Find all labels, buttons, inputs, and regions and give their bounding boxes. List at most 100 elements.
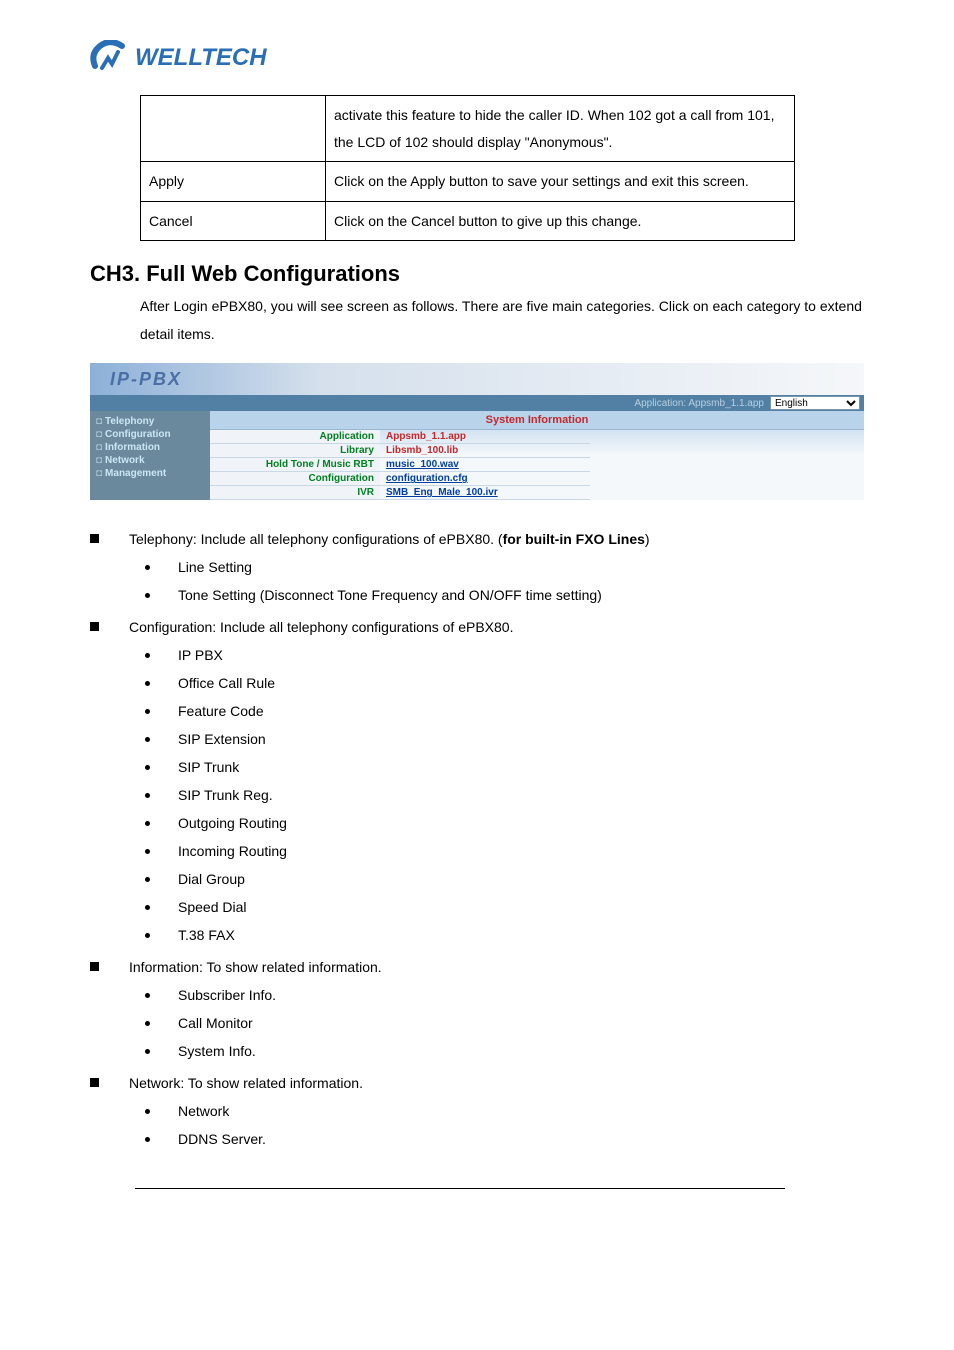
sidebar-item-configuration[interactable]: ◘Configuration	[96, 428, 204, 441]
list-item-label: SIP Trunk Reg.	[178, 781, 273, 809]
dot-bullet-icon	[145, 993, 150, 998]
list-item-label: DDNS Server.	[178, 1125, 266, 1153]
table-cell-apply-label: Apply	[141, 162, 326, 202]
info-value: Appsmb_1.1.app	[380, 430, 472, 443]
list-item-label: Tone Setting (Disconnect Tone Frequency …	[178, 581, 602, 609]
dot-bullet-icon	[145, 681, 150, 686]
sidebar-item-telephony[interactable]: ◘Telephony	[96, 415, 204, 428]
list-item: Call Monitor	[145, 1009, 864, 1037]
dot-bullet-icon	[145, 793, 150, 798]
info-value-link[interactable]: music_100.wav	[380, 458, 465, 471]
config-parameters-table: activate this feature to hide the caller…	[140, 95, 795, 241]
ss-main-title: System Information	[210, 411, 864, 430]
category-heading: Configuration: Include all telephony con…	[90, 613, 864, 641]
dot-bullet-icon	[145, 849, 150, 854]
ss-application-label: Application: Appsmb_1.1.app	[634, 398, 764, 409]
table-cell-cancel-label: Cancel	[141, 201, 326, 241]
list-item: DDNS Server.	[145, 1125, 864, 1153]
chapter-intro-text: After Login ePBX80, you will see screen …	[140, 292, 864, 348]
list-item: Network	[145, 1097, 864, 1125]
categories-outline: Telephony: Include all telephony configu…	[90, 525, 864, 1153]
ss-sidebar: ◘Telephony ◘Configuration ◘Information ◘…	[90, 411, 210, 500]
square-bullet-icon	[90, 534, 99, 543]
category-heading: Telephony: Include all telephony configu…	[90, 525, 864, 553]
square-bullet-icon	[90, 622, 99, 631]
info-value-link[interactable]: configuration.cfg	[380, 472, 474, 485]
dot-bullet-icon	[145, 765, 150, 770]
ss-main-panel: System Information Application Appsmb_1.…	[210, 411, 864, 500]
language-select[interactable]: English	[770, 396, 860, 410]
list-item-label: Call Monitor	[178, 1009, 253, 1037]
square-bullet-icon	[90, 1078, 99, 1087]
list-item: IP PBX	[145, 641, 864, 669]
table-row: Hold Tone / Music RBT music_100.wav	[210, 458, 590, 472]
category-heading: Network: To show related information.	[90, 1069, 864, 1097]
list-item-label: Office Call Rule	[178, 669, 275, 697]
page-logo: WELLTECH	[90, 40, 864, 75]
ss-toolbar: Application: Appsmb_1.1.app English	[90, 395, 864, 411]
dot-bullet-icon	[145, 877, 150, 882]
dot-bullet-icon	[145, 1109, 150, 1114]
list-item-label: Incoming Routing	[178, 837, 287, 865]
sidebar-item-management[interactable]: ◘Management	[96, 467, 204, 480]
info-value-link[interactable]: SMB_Eng_Male_100.ivr	[380, 486, 504, 499]
category-title: Configuration: Include all telephony con…	[129, 613, 513, 641]
category-title: Network: To show related information.	[129, 1069, 363, 1097]
category-title: Telephony: Include all telephony configu…	[129, 525, 650, 553]
logo-swoosh-icon	[90, 40, 130, 75]
list-item-label: Network	[178, 1097, 229, 1125]
list-item: Office Call Rule	[145, 669, 864, 697]
list-item-label: System Info.	[178, 1037, 256, 1065]
list-item: T.38 FAX	[145, 921, 864, 949]
list-item: SIP Trunk Reg.	[145, 781, 864, 809]
embedded-screenshot: IP-PBX Application: Appsmb_1.1.app Engli…	[90, 363, 864, 500]
list-item-label: Subscriber Info.	[178, 981, 276, 1009]
list-item: Line Setting	[145, 553, 864, 581]
dot-bullet-icon	[145, 905, 150, 910]
sub-list: Subscriber Info.Call MonitorSystem Info.	[145, 981, 864, 1065]
table-row: Configuration configuration.cfg	[210, 472, 590, 486]
dot-bullet-icon	[145, 565, 150, 570]
table-cell-desc: activate this feature to hide the caller…	[326, 96, 795, 162]
dot-bullet-icon	[145, 709, 150, 714]
sub-list: NetworkDDNS Server.	[145, 1097, 864, 1153]
sidebar-item-information[interactable]: ◘Information	[96, 441, 204, 454]
list-item-label: Speed Dial	[178, 893, 247, 921]
list-item: System Info.	[145, 1037, 864, 1065]
chapter-heading: CH3. Full Web Configurations	[90, 261, 864, 287]
list-item: SIP Extension	[145, 725, 864, 753]
list-item-label: Line Setting	[178, 553, 252, 581]
category-title: Information: To show related information…	[129, 953, 382, 981]
list-item-label: Dial Group	[178, 865, 245, 893]
list-item: Subscriber Info.	[145, 981, 864, 1009]
list-item-label: SIP Trunk	[178, 753, 239, 781]
list-item: Speed Dial	[145, 893, 864, 921]
ss-body: ◘Telephony ◘Configuration ◘Information ◘…	[90, 411, 864, 500]
sidebar-item-network[interactable]: ◘Network	[96, 454, 204, 467]
list-item-label: Feature Code	[178, 697, 264, 725]
list-item-label: T.38 FAX	[178, 921, 235, 949]
ss-info-table: Application Appsmb_1.1.app Library Libsm…	[210, 430, 590, 500]
info-label: Hold Tone / Music RBT	[210, 458, 380, 471]
list-item: Dial Group	[145, 865, 864, 893]
list-item-label: IP PBX	[178, 641, 223, 669]
ss-header-bar: IP-PBX	[90, 363, 864, 395]
sub-list: IP PBXOffice Call RuleFeature CodeSIP Ex…	[145, 641, 864, 949]
list-item: Feature Code	[145, 697, 864, 725]
table-row: Library Libsmb_100.lib	[210, 444, 590, 458]
logo-text: WELLTECH	[135, 44, 267, 72]
dot-bullet-icon	[145, 737, 150, 742]
list-item: SIP Trunk	[145, 753, 864, 781]
list-item-label: SIP Extension	[178, 725, 266, 753]
table-cell-cancel-desc: Click on the Cancel button to give up th…	[326, 201, 795, 241]
dot-bullet-icon	[145, 1137, 150, 1142]
info-value: Libsmb_100.lib	[380, 444, 464, 457]
table-row: Application Appsmb_1.1.app	[210, 430, 590, 444]
list-item: Tone Setting (Disconnect Tone Frequency …	[145, 581, 864, 609]
dot-bullet-icon	[145, 1021, 150, 1026]
dot-bullet-icon	[145, 653, 150, 658]
footer-divider	[135, 1188, 785, 1189]
info-label: IVR	[210, 486, 380, 499]
info-label: Library	[210, 444, 380, 457]
sub-list: Line SettingTone Setting (Disconnect Ton…	[145, 553, 864, 609]
